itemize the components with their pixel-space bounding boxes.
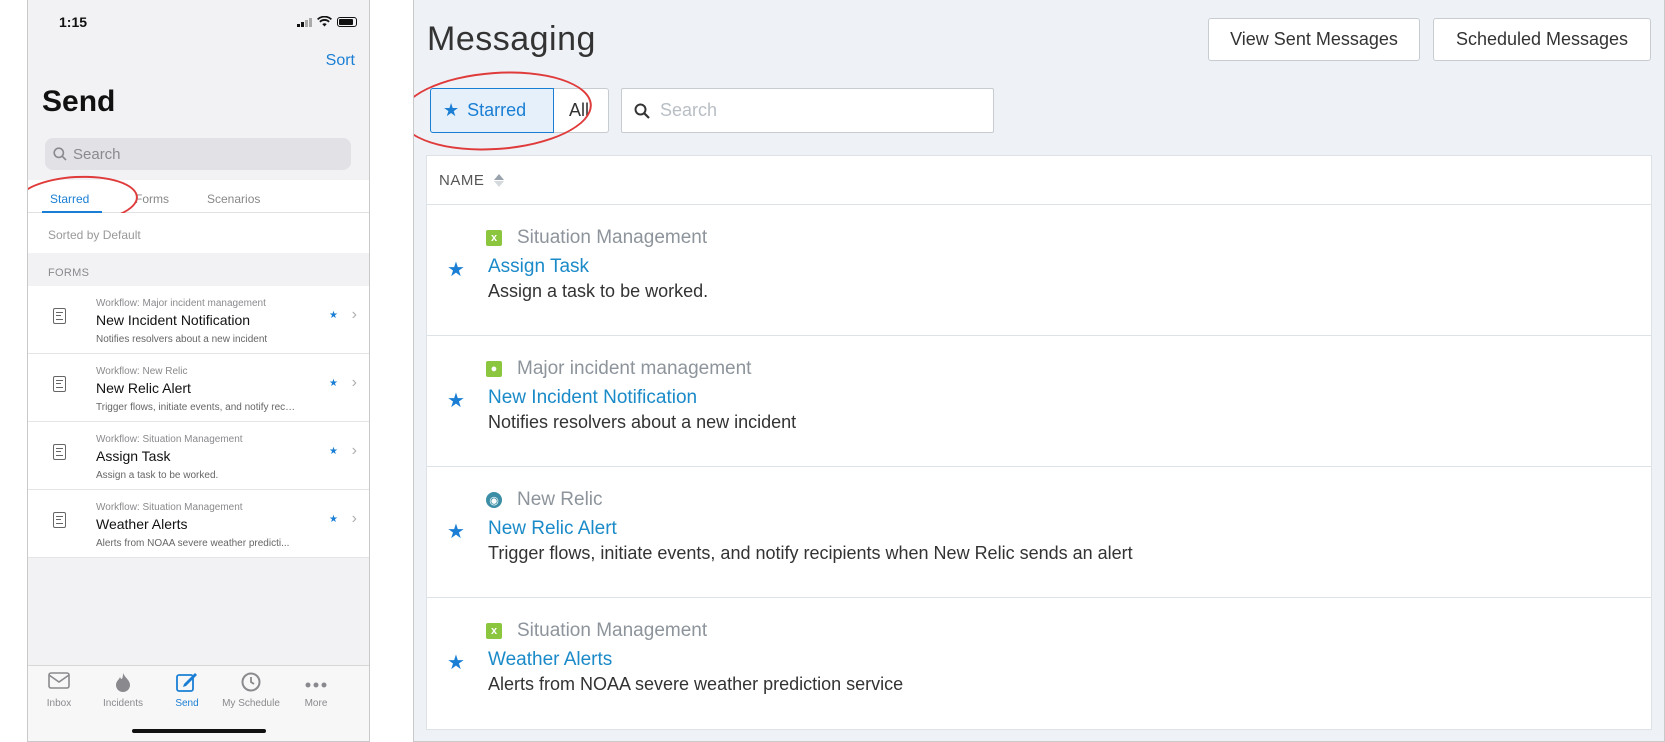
tab-my-schedule[interactable]: My Schedule: [221, 672, 281, 709]
row-description: Trigger flows, initiate events, and noti…: [488, 543, 1133, 563]
row-description: Alerts from NOAA severe weather predicti…: [488, 674, 904, 694]
row-name-link[interactable]: New Relic Alert: [488, 518, 617, 540]
tab-label: More: [304, 698, 328, 709]
row-description: Notifies resolvers about a new incident: [488, 412, 797, 432]
search-input[interactable]: Search: [621, 88, 994, 133]
row-workflow: Situation Management: [517, 620, 708, 641]
table-header: NAME: [427, 156, 1651, 205]
tab-scenarios[interactable]: Scenarios: [207, 192, 260, 206]
section-header: FORMS: [48, 267, 90, 279]
signal-icon: [297, 17, 312, 27]
list-item[interactable]: Workflow: Situation Management Weather A…: [28, 490, 369, 558]
tab-inbox[interactable]: Inbox: [29, 672, 89, 709]
row-name-link[interactable]: Assign Task: [488, 256, 589, 278]
page-title: Send: [42, 85, 116, 118]
item-description: Notifies resolvers about a new incident: [96, 334, 268, 345]
battery-icon: [337, 16, 357, 27]
status-bar: 1:15: [28, 12, 369, 32]
row-name-link[interactable]: New Incident Notification: [488, 387, 697, 409]
sort-icon[interactable]: [494, 173, 505, 187]
tab-more[interactable]: More: [286, 672, 346, 709]
search-icon: [53, 147, 67, 161]
flame-icon: [93, 672, 153, 694]
compose-icon: [157, 672, 217, 694]
sort-status: Sorted by Default: [28, 213, 369, 253]
annotation-circle: [414, 65, 595, 157]
workflow-badge-icon: ●: [486, 361, 502, 377]
clock-icon: [221, 672, 281, 694]
item-workflow: Workflow: New Relic: [96, 366, 188, 377]
row-name-link[interactable]: Weather Alerts: [488, 649, 612, 671]
tab-label: Send: [175, 698, 199, 709]
item-description: Assign a task to be worked.: [96, 470, 219, 481]
table-row[interactable]: x Situation Management ★ Assign Task Ass…: [427, 205, 1651, 336]
sort-button[interactable]: Sort: [326, 52, 355, 70]
workflow-badge-icon: x: [486, 623, 502, 639]
star-icon[interactable]: ★: [329, 446, 338, 457]
list-item[interactable]: Workflow: Major incident management New …: [28, 286, 369, 354]
search-placeholder: Search: [73, 145, 121, 163]
bottom-tab-bar: Inbox Incidents Send My Schedule More: [28, 665, 369, 741]
form-list: Workflow: Major incident management New …: [28, 286, 369, 558]
star-icon[interactable]: ★: [447, 650, 465, 675]
tab-send[interactable]: Send: [157, 672, 217, 709]
tab-incidents[interactable]: Incidents: [93, 672, 153, 709]
view-sent-messages-button[interactable]: View Sent Messages: [1208, 18, 1420, 61]
item-name: New Relic Alert: [96, 380, 191, 396]
list-item[interactable]: Workflow: Situation Management Assign Ta…: [28, 422, 369, 490]
item-name: Assign Task: [96, 448, 171, 464]
workflow-badge-icon: x: [486, 230, 502, 246]
desktop-messaging-screen: Messaging View Sent Messages Scheduled M…: [413, 0, 1665, 742]
more-icon: [286, 672, 346, 694]
item-name: New Incident Notification: [96, 312, 251, 328]
status-icons: [297, 16, 357, 27]
document-icon: [53, 376, 66, 392]
column-header-name[interactable]: NAME: [439, 172, 484, 189]
search-input[interactable]: Search: [45, 138, 351, 170]
item-name: Weather Alerts: [96, 516, 188, 532]
item-workflow: Workflow: Situation Management: [96, 434, 243, 445]
star-icon[interactable]: ★: [329, 310, 338, 321]
table-row[interactable]: ● Major incident management ★ New Incide…: [427, 336, 1651, 467]
messages-table: NAME x Situation Management ★ Assign Tas…: [426, 155, 1652, 730]
document-icon: [53, 512, 66, 528]
workflow-badge-icon: ◉: [486, 492, 502, 508]
tab-label: Inbox: [46, 698, 72, 709]
tab-forms[interactable]: Forms: [135, 192, 169, 206]
tab-label: Incidents: [102, 698, 144, 709]
row-workflow: New Relic: [517, 489, 603, 510]
inbox-icon: [29, 672, 89, 694]
table-row[interactable]: x Situation Management ★ Weather Alerts …: [427, 598, 1651, 729]
chevron-right-icon: ›: [351, 306, 357, 323]
row-workflow: Major incident management: [517, 358, 752, 379]
star-icon[interactable]: ★: [447, 257, 465, 282]
document-icon: [53, 444, 66, 460]
wifi-icon: [317, 16, 332, 27]
row-description: Assign a task to be worked.: [488, 281, 709, 301]
document-icon: [53, 308, 66, 324]
chevron-right-icon: ›: [351, 374, 357, 391]
star-icon[interactable]: ★: [447, 519, 465, 544]
row-workflow: Situation Management: [517, 227, 708, 248]
star-icon[interactable]: ★: [447, 388, 465, 413]
chevron-right-icon: ›: [351, 510, 357, 527]
tab-label: My Schedule: [222, 698, 280, 709]
mobile-app-screen: 1:15 Sort Send Search Starred Forms Scen…: [27, 0, 370, 742]
item-description: Alerts from NOAA severe weather predicti…: [96, 538, 290, 549]
item-workflow: Workflow: Major incident management: [96, 298, 266, 309]
status-time: 1:15: [59, 14, 88, 30]
table-row[interactable]: ◉ New Relic ★ New Relic Alert Trigger fl…: [427, 467, 1651, 598]
star-icon[interactable]: ★: [329, 514, 338, 525]
search-icon: [634, 103, 650, 119]
star-icon[interactable]: ★: [329, 378, 338, 389]
search-placeholder: Search: [660, 100, 718, 120]
page-title: Messaging: [427, 20, 596, 58]
home-indicator: [132, 729, 266, 733]
scheduled-messages-button[interactable]: Scheduled Messages: [1433, 18, 1651, 61]
item-description: Trigger flows, initiate events, and noti…: [96, 402, 296, 413]
chevron-right-icon: ›: [351, 442, 357, 459]
item-workflow: Workflow: Situation Management: [96, 502, 243, 513]
list-item[interactable]: Workflow: New Relic New Relic Alert Trig…: [28, 354, 369, 422]
